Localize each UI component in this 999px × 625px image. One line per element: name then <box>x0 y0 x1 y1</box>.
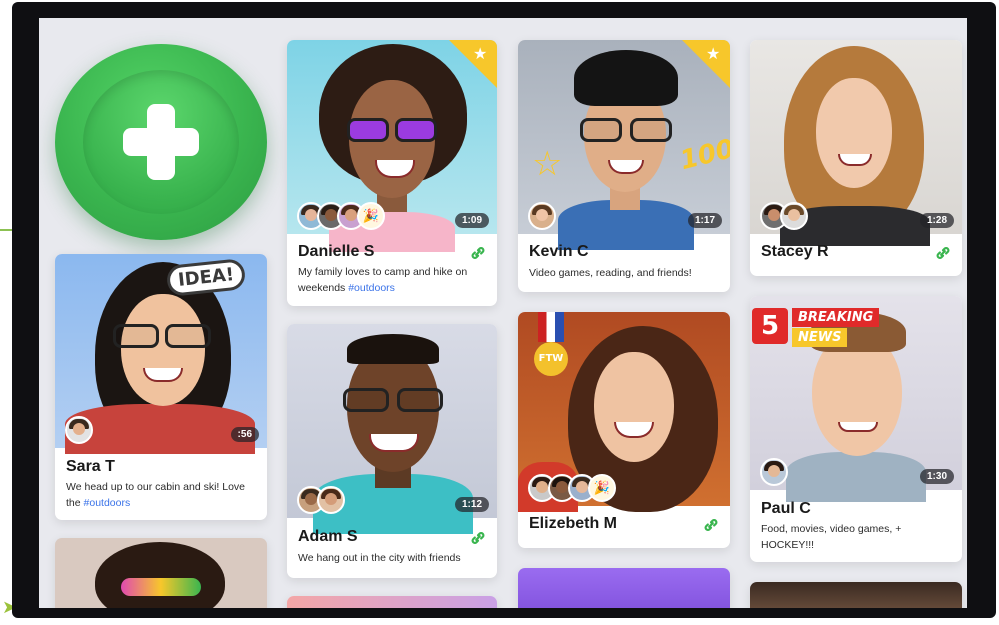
video-thumbnail[interactable]: ★ 🎉 1:09 <box>287 40 497 252</box>
star-badge-icon: ★ <box>449 40 497 88</box>
party-emoji-icon: 🎉 <box>588 474 616 502</box>
card-name: Danielle S <box>298 243 375 260</box>
link-icon[interactable] <box>702 516 720 534</box>
link-icon[interactable] <box>469 529 487 547</box>
star-doodle-icon: ☆ <box>532 144 563 184</box>
video-card-partial[interactable] <box>55 538 267 608</box>
video-card-partial[interactable] <box>750 582 962 608</box>
medal-ribbon-icon <box>538 312 564 342</box>
card-name: Stacey R <box>761 243 829 260</box>
video-card-partial[interactable] <box>287 596 497 608</box>
add-button-inner <box>83 70 239 214</box>
card-bio: Video games, reading, and friends! <box>529 267 692 279</box>
card-name: Elizebeth M <box>529 515 618 532</box>
card-name: Paul C <box>761 500 811 517</box>
video-thumbnail[interactable]: FTW 🎉 <box>518 312 730 512</box>
video-card-sara[interactable]: IDEA! :56 Sara T We head up to our cabin… <box>55 254 267 520</box>
card-bio: Food, movies, video games, + HOCKEY!!! <box>761 523 902 551</box>
add-video-button[interactable] <box>55 44 267 240</box>
video-duration: 1:28 <box>919 213 954 228</box>
hashtag-link[interactable]: #outdoors <box>348 282 395 294</box>
video-duration: 1:17 <box>687 213 722 228</box>
avatar <box>317 486 345 514</box>
video-duration: 1:12 <box>454 497 489 512</box>
video-thumbnail[interactable]: 1:28 <box>750 40 962 246</box>
video-card-elizebeth[interactable]: FTW 🎉 Elizebeth M <box>518 312 730 548</box>
video-thumbnail[interactable]: IDEA! :56 <box>55 254 267 454</box>
video-card-stacey[interactable]: 1:28 Stacey R <box>750 40 962 276</box>
video-card-paul[interactable]: 5 BREAKING NEWS 1:30 Paul C Food, movies… <box>750 296 962 562</box>
card-bio: We hang out in the city with friends <box>298 552 461 564</box>
hashtag-link[interactable]: #outdoors <box>84 497 131 509</box>
video-thumbnail[interactable]: ☆ 100 ★ 1:17 <box>518 40 730 250</box>
video-grid-screen: ★ 🎉 1:09 Danielle S My family loves to c… <box>39 18 967 608</box>
tablet-frame: ★ 🎉 1:09 Danielle S My family loves to c… <box>12 2 996 618</box>
video-card-partial[interactable] <box>518 568 730 608</box>
video-card-adam[interactable]: 1:12 Adam S We hang out in the city with… <box>287 324 497 578</box>
video-card-danielle[interactable]: ★ 🎉 1:09 Danielle S My family loves to c… <box>287 40 497 306</box>
avatar <box>65 416 93 444</box>
video-thumbnail[interactable]: 5 BREAKING NEWS 1:30 <box>750 296 962 502</box>
video-duration: :56 <box>230 427 259 442</box>
card-name: Kevin C <box>529 243 589 260</box>
link-icon[interactable] <box>469 244 487 262</box>
card-bio: My family loves to camp and hike on week… <box>298 266 468 294</box>
video-card-kevin[interactable]: ☆ 100 ★ 1:17 Kevin C Video games, readin… <box>518 40 730 292</box>
video-thumbnail[interactable]: 1:12 <box>287 324 497 534</box>
avatar <box>528 202 556 230</box>
video-duration: 1:09 <box>454 213 489 228</box>
breaking-news-banner: BREAKING <box>792 308 880 327</box>
party-emoji-icon: 🎉 <box>357 202 385 230</box>
card-name: Sara T <box>66 458 115 475</box>
ftw-medal: FTW <box>534 342 568 376</box>
avatar <box>760 458 788 486</box>
card-bio: We head up to our cabin and ski! Love th… <box>66 481 246 509</box>
avatar <box>780 202 808 230</box>
video-duration: 1:30 <box>919 469 954 484</box>
star-badge-icon: ★ <box>682 40 730 88</box>
breaking-news-banner-2: NEWS <box>792 328 848 347</box>
breaking-news-number: 5 <box>752 308 788 344</box>
link-icon[interactable] <box>934 244 952 262</box>
card-name: Adam S <box>298 528 358 545</box>
